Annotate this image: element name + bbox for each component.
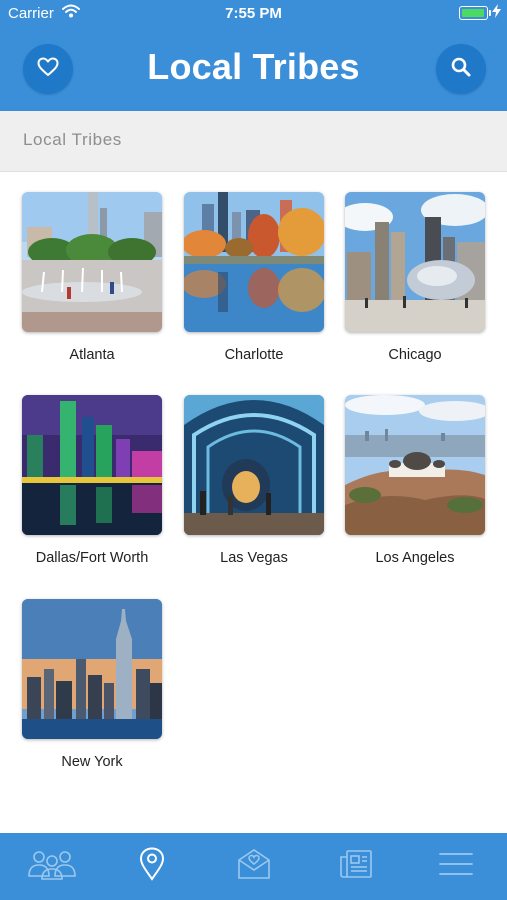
tab-people[interactable] xyxy=(24,843,80,889)
los-angeles-photo xyxy=(345,395,485,535)
search-icon xyxy=(450,56,472,82)
city-name: Charlotte xyxy=(224,347,284,363)
chicago-photo xyxy=(345,192,485,332)
atlanta-photo xyxy=(22,192,162,332)
city-name: Los Angeles xyxy=(375,550,455,566)
charlotte-photo xyxy=(184,192,324,332)
las-vegas-photo xyxy=(184,395,324,535)
mail-heart-icon xyxy=(237,848,271,884)
city-tile-las-vegas[interactable]: Las Vegas xyxy=(184,395,324,566)
tab-location[interactable] xyxy=(124,843,180,889)
tab-messages[interactable] xyxy=(226,843,282,889)
charging-bolt-icon xyxy=(492,4,501,22)
city-tile-new-york[interactable]: New York xyxy=(22,599,162,770)
status-bar: Carrier 7:55 PM xyxy=(0,0,507,28)
city-tile-charlotte[interactable]: Charlotte xyxy=(184,192,324,363)
new-york-photo xyxy=(22,599,162,739)
city-tile-atlanta[interactable]: Atlanta xyxy=(22,192,162,363)
city-name: Chicago xyxy=(388,347,442,363)
search-button[interactable] xyxy=(436,44,486,94)
tab-news[interactable] xyxy=(328,843,384,889)
page-title: Local Tribes xyxy=(147,46,360,87)
section-header: Local Tribes xyxy=(0,111,507,172)
tab-menu[interactable] xyxy=(428,843,484,889)
city-name: Las Vegas xyxy=(220,550,288,566)
city-tile-dallas-fort-worth[interactable]: Dallas/Fort Worth xyxy=(22,395,162,566)
city-name: New York xyxy=(61,754,123,770)
people-icon xyxy=(25,848,79,884)
newspaper-icon xyxy=(339,849,373,883)
menu-icon xyxy=(439,852,473,880)
tab-bar xyxy=(0,833,507,900)
battery-icon xyxy=(459,6,491,20)
section-title: Local Tribes xyxy=(23,130,122,149)
city-tile-los-angeles[interactable]: Los Angeles xyxy=(345,395,485,566)
city-name: Atlanta xyxy=(69,347,115,363)
app-header: Carrier 7:55 PM Local Tribes xyxy=(0,0,507,111)
location-pin-icon xyxy=(139,847,165,885)
city-tile-chicago[interactable]: Chicago xyxy=(345,192,485,363)
dallas-fort-worth-photo xyxy=(22,395,162,535)
status-time: 7:55 PM xyxy=(225,5,282,22)
city-name: Dallas/Fort Worth xyxy=(35,550,149,566)
